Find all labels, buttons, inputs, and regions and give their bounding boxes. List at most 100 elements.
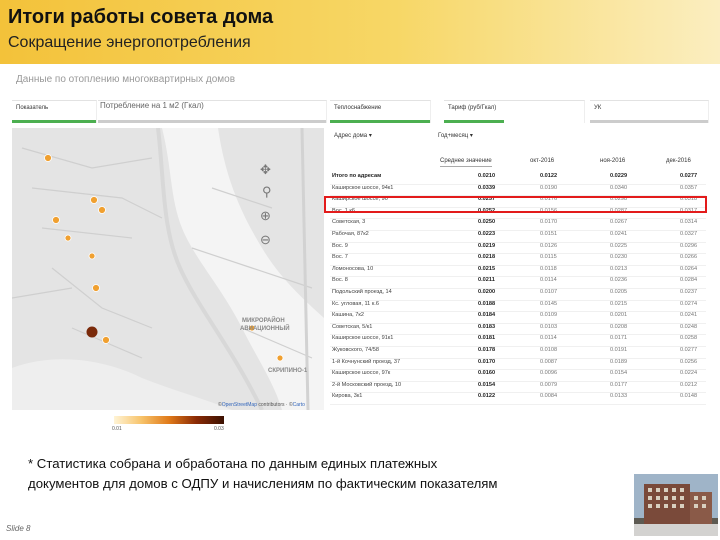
table-cell: 0.0241 — [610, 231, 628, 237]
map-marker[interactable] — [44, 154, 52, 162]
filter-label: УК — [594, 105, 602, 111]
table-cell: Итого по адресам — [332, 173, 382, 179]
table-cell: Каширское шоссе, 94к1 — [332, 184, 394, 191]
map-pin-icon[interactable]: ⚲ — [262, 184, 272, 200]
table-cell: 0.0211 — [478, 277, 495, 284]
table-cell: 0.0181 — [478, 335, 496, 342]
table-cell: 0.0109 — [540, 312, 558, 319]
table-cell: 0.0122 — [540, 173, 558, 179]
table-cell: 0.0205 — [610, 289, 628, 295]
table-cell: 0.0219 — [478, 242, 496, 249]
table-cell: 0.0277 — [680, 173, 698, 179]
table-cell: 0.0103 — [540, 323, 558, 330]
table-cell: 0.0237 — [680, 289, 698, 295]
table-cell: 0.0115 — [540, 254, 557, 261]
table-cell: 0.0223 — [478, 231, 496, 237]
attribution-link-carto[interactable]: Carto — [293, 402, 305, 408]
filter-label: Тариф (руб/Гкал) — [448, 105, 497, 111]
table-cell: 0.0208 — [610, 323, 628, 330]
map-marker-high[interactable] — [86, 326, 98, 338]
color-legend-bar — [114, 416, 224, 424]
table-cell: 0.0178 — [478, 347, 496, 353]
table-cell: 0.0189 — [610, 358, 628, 365]
table-cell: 0.0274 — [680, 300, 698, 307]
filter-selected-bar — [12, 120, 96, 123]
table-cell: 0.0114 — [540, 335, 557, 342]
map-marker[interactable] — [88, 252, 96, 260]
table-cell: Кс. угловая, 11 к.6 — [332, 300, 379, 307]
dashboard-title: Данные по отоплению многоквартирных домо… — [16, 74, 236, 85]
filter-tariff[interactable]: Тариф (руб/Гкал) — [444, 100, 585, 123]
table-cell: 2-й Московский проезд, 10 — [332, 381, 402, 388]
table-cell: 0.0267 — [610, 219, 628, 226]
table-cell: 0.0224 — [680, 370, 698, 377]
select-label: Год+месяц — [438, 133, 469, 139]
chevron-down-icon: ▾ — [469, 133, 473, 139]
map-label-district: АВИАЦИОННЫЙ — [240, 326, 290, 332]
table-cell: 0.0154 — [478, 381, 496, 388]
table-cell: 0.0184 — [478, 312, 496, 319]
map-marker[interactable] — [64, 234, 72, 242]
column-header-month[interactable]: ноя-2016 — [600, 158, 625, 164]
table-cell: Кирова, 3к1 — [332, 393, 363, 400]
map-view[interactable]: ✥ ⚲ ⊕ ⊖ МИКРОРАЙОН АВИАЦИОННЫЙ СКРИПИНО-… — [12, 128, 324, 410]
filter-consumption[interactable]: Потребление на 1 м2 (Гкал) — [98, 100, 327, 123]
map-marker[interactable] — [98, 206, 106, 214]
table-cell: 0.0236 — [610, 277, 628, 284]
filter-bar — [98, 120, 326, 123]
filter-indicator[interactable]: Показатель — [12, 100, 97, 123]
slide-title-bar: Итоги работы совета дома Сокращение энер… — [0, 0, 720, 64]
table-cell: Вос. 9 — [332, 242, 348, 249]
table-cell: 0.0108 — [540, 347, 558, 353]
filter-selected-bar — [444, 120, 504, 123]
table-cell: 0.0225 — [610, 242, 628, 249]
table-cell: Вос. 7 — [332, 254, 348, 261]
table-cell: Советская, 3 — [332, 219, 366, 226]
table-cell: 0.0314 — [680, 219, 698, 226]
map-zoom-in-icon[interactable]: ⊕ — [260, 208, 271, 224]
slide-title: Итоги работы совета дома — [8, 6, 274, 28]
table-cell: 0.0079 — [540, 381, 558, 388]
table-cell: 0.0277 — [680, 347, 698, 353]
table-cell: Советская, 5/к1 — [332, 323, 373, 330]
table-cell: 0.0200 — [478, 289, 496, 295]
table-cell: 0.0213 — [610, 265, 628, 272]
column-header-month[interactable]: окт-2016 — [530, 158, 554, 164]
table-cell: 1-й Кочнунский проезд, 37 — [332, 358, 401, 365]
table-cell: 0.0177 — [610, 381, 628, 388]
table-cell: 0.0107 — [540, 289, 558, 295]
period-dimension-select[interactable]: Год+месяц ▾ — [438, 132, 473, 139]
slide-subtitle: Сокращение энергопотребления — [8, 34, 251, 51]
filter-bar — [590, 120, 708, 123]
table-cell: 0.0151 — [540, 231, 558, 237]
filter-label: Потребление на 1 м2 (Гкал) — [100, 101, 204, 110]
table-cell: Подольский проезд, 14 — [332, 289, 392, 295]
map-pan-icon[interactable]: ✥ — [260, 162, 271, 178]
table-cell: 0.0170 — [540, 219, 558, 226]
address-dimension-select[interactable]: Адрес дома ▾ — [334, 132, 372, 139]
slide-number: Slide 8 — [6, 524, 31, 533]
table-row[interactable]: Кирова, 3к1 0.0122 0.0084 0.0133 0.0148 — [330, 392, 706, 405]
map-marker[interactable] — [52, 216, 60, 224]
table-cell: 0.0183 — [478, 323, 496, 330]
map-marker[interactable] — [92, 284, 100, 292]
table-cell: Вос. 8 — [332, 277, 348, 284]
attribution-link-osm[interactable]: OpenStreetMap — [222, 402, 257, 408]
table-cell: 0.0118 — [540, 265, 557, 272]
filter-heat-supply[interactable]: Теплоснабжение — [330, 100, 431, 123]
map-zoom-out-icon[interactable]: ⊖ — [260, 232, 271, 248]
column-header-average[interactable]: Среднее значение — [440, 158, 492, 167]
table-cell: 0.0201 — [610, 312, 628, 319]
map-marker[interactable] — [276, 354, 284, 362]
table-cell: 0.0122 — [478, 393, 496, 400]
table-cell: 0.0133 — [610, 393, 628, 400]
column-header-month[interactable]: дек-2016 — [666, 158, 691, 164]
filter-label: Теплоснабжение — [334, 105, 382, 111]
map-marker[interactable] — [102, 336, 110, 344]
chevron-down-icon: ▾ — [368, 133, 372, 139]
map-marker[interactable] — [90, 196, 98, 204]
map-label-place: СКРИПИНО-1 — [268, 368, 308, 374]
filter-uk[interactable]: УК — [590, 100, 709, 123]
footnote: * Статистика собрана и обработана по дан… — [28, 454, 628, 494]
building-photo — [634, 474, 718, 536]
